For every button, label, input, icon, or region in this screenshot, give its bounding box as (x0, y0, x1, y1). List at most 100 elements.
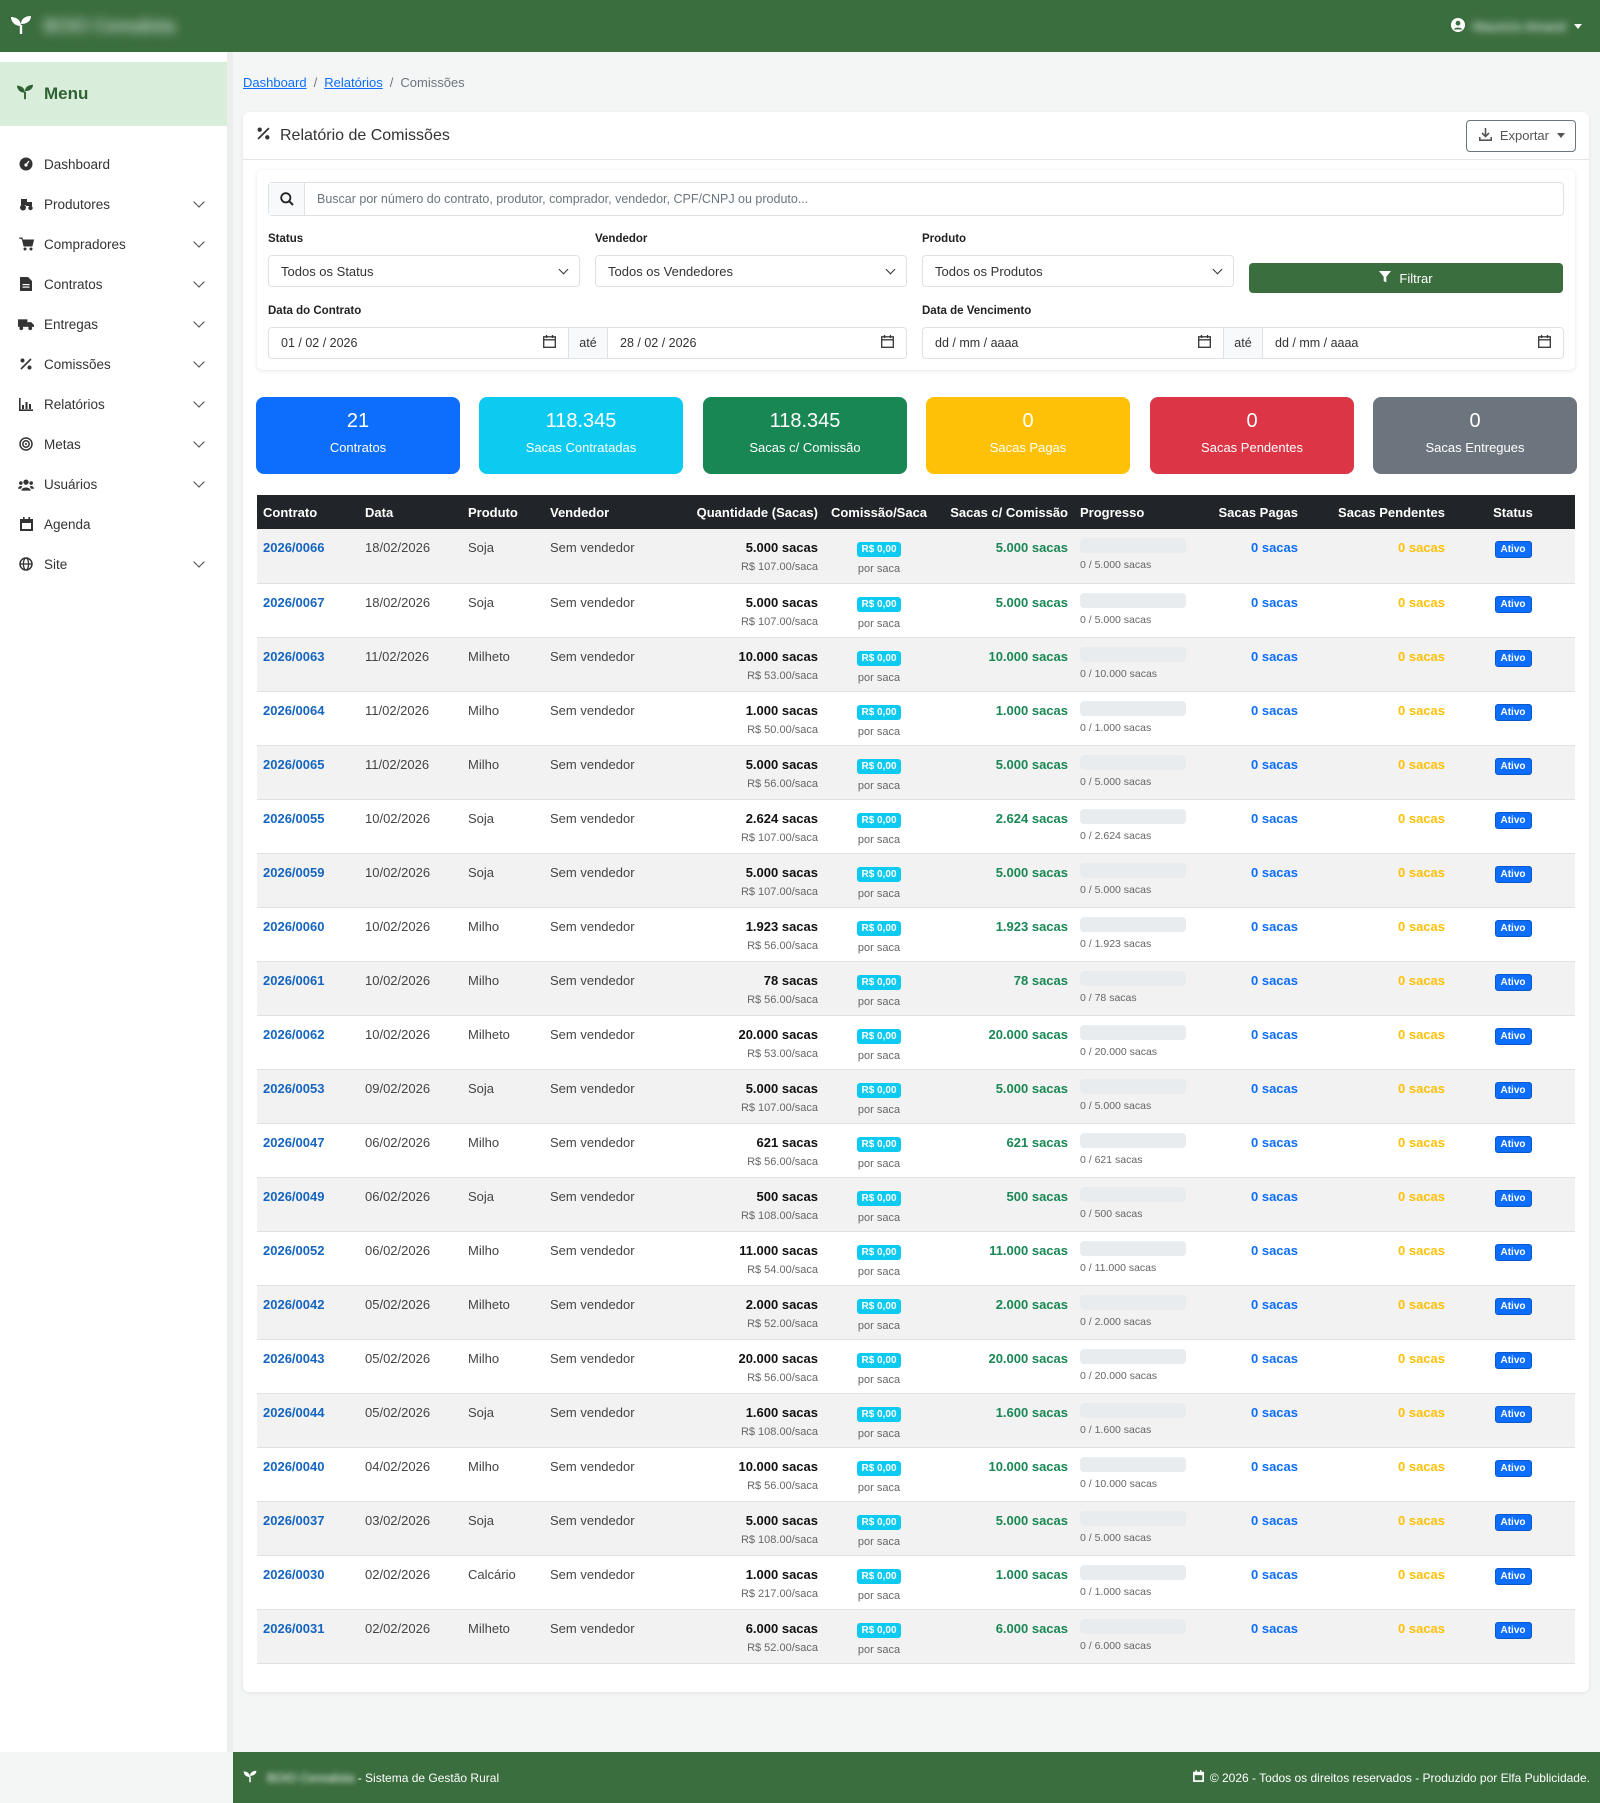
product-name: Soja (468, 810, 495, 826)
produto-select[interactable]: Todos os Produtos (922, 255, 1234, 287)
table-row[interactable]: 2026/0040 04/02/2026 Milho Sem vendedor 10.0… (257, 1447, 1575, 1502)
contract-link[interactable]: 2026/0053 (263, 1081, 353, 1096)
brand[interactable]: BOIO Cerealista (10, 15, 175, 38)
contract-link[interactable]: 2026/0062 (263, 1027, 353, 1042)
contract-link[interactable]: 2026/0043 (263, 1351, 353, 1366)
table-row[interactable]: 2026/0065 11/02/2026 Milho Sem vendedor 5.00… (257, 745, 1575, 800)
sacks-with-commission: 6.000 sacas (995, 1620, 1068, 1636)
contract-link[interactable]: 2026/0065 (263, 757, 353, 772)
column-header[interactable]: Vendedor (544, 495, 654, 529)
filter-button[interactable]: Filtrar (1249, 263, 1563, 293)
table-row[interactable]: 2026/0062 10/02/2026 Milheto Sem vendedor 20… (257, 1015, 1575, 1070)
contract-link[interactable]: 2026/0040 (263, 1459, 353, 1474)
contract-link[interactable]: 2026/0055 (263, 811, 353, 826)
column-header[interactable]: Data (359, 495, 462, 529)
contract-link[interactable]: 2026/0066 (263, 540, 353, 555)
data-vencimento-from-input[interactable]: dd / mm / aaaa (923, 328, 1223, 358)
table-row[interactable]: 2026/0030 02/02/2026 Calcário Sem vendedor 1… (257, 1555, 1575, 1610)
column-header[interactable]: Quantidade (Sacas) (654, 495, 824, 529)
breadcrumb-link-relatorios[interactable]: Relatórios (324, 75, 383, 90)
column-header[interactable]: Progresso (1074, 495, 1194, 529)
contract-link[interactable]: 2026/0047 (263, 1135, 353, 1150)
table-row[interactable]: 2026/0059 10/02/2026 Soja Sem vendedor 5.000… (257, 853, 1575, 908)
contract-link[interactable]: 2026/0063 (263, 649, 353, 664)
sidebar-item-agenda[interactable]: Agenda (0, 504, 227, 544)
table-row[interactable]: 2026/0047 06/02/2026 Milho Sem vendedor 621 … (257, 1123, 1575, 1178)
globe-icon (18, 556, 34, 572)
pending-sacks: 0 sacas (1398, 864, 1445, 880)
search-input[interactable] (305, 183, 1563, 215)
breadcrumb-link-dashboard[interactable]: Dashboard (243, 75, 307, 90)
contract-link[interactable]: 2026/0052 (263, 1243, 353, 1258)
sidebar-item-usuarios[interactable]: Usuários (0, 464, 227, 504)
table-row[interactable]: 2026/0061 10/02/2026 Milho Sem vendedor 78 s… (257, 961, 1575, 1016)
table-row[interactable]: 2026/0044 05/02/2026 Soja Sem vendedor 1.600… (257, 1393, 1575, 1448)
table-row[interactable]: 2026/0053 09/02/2026 Soja Sem vendedor 5.000… (257, 1069, 1575, 1124)
data-vencimento-to-input[interactable]: dd / mm / aaaa (1263, 328, 1563, 358)
data-contrato-to-input[interactable]: 28 / 02 / 2026 (608, 328, 906, 358)
column-header[interactable]: Sacas c/ Comissão (934, 495, 1074, 529)
cell-progresso: 0 / 5.000 sacas (1074, 529, 1194, 584)
cell-progresso: 0 / 20.000 sacas (1074, 1015, 1194, 1070)
cell-produto: Milho (462, 1123, 544, 1178)
stat-card-sacas-entregues: 0 Sacas Entregues (1373, 397, 1577, 474)
user-menu[interactable]: Mauricio Amaral (1450, 17, 1582, 35)
contract-link[interactable]: 2026/0061 (263, 973, 353, 988)
sidebar-item-compradores[interactable]: Compradores (0, 224, 227, 264)
contract-link[interactable]: 2026/0037 (263, 1513, 353, 1528)
table-row[interactable]: 2026/0063 11/02/2026 Milheto Sem vendedor 10… (257, 637, 1575, 692)
column-header[interactable]: Sacas Pagas (1194, 495, 1304, 529)
per-sack-label: por saca (857, 887, 901, 900)
status-badge: Ativo (1494, 811, 1532, 829)
table-row[interactable]: 2026/0052 06/02/2026 Milho Sem vendedor 11.0… (257, 1231, 1575, 1286)
quantity: 1.923 sacas (745, 918, 818, 934)
data-contrato-from-input[interactable]: 01 / 02 / 2026 (269, 328, 568, 358)
sidebar-item-contratos[interactable]: Contratos (0, 264, 227, 304)
column-header[interactable]: Contrato (257, 495, 359, 529)
contract-link[interactable]: 2026/0044 (263, 1405, 353, 1420)
vendedor-select[interactable]: Todos os Vendedores (595, 255, 907, 287)
cell-vendedor: Sem vendedor (544, 1285, 654, 1340)
table-row[interactable]: 2026/0055 10/02/2026 Soja Sem vendedor 2.624… (257, 799, 1575, 854)
table-row[interactable]: 2026/0037 03/02/2026 Soja Sem vendedor 5.000… (257, 1501, 1575, 1556)
table-row[interactable]: 2026/0066 18/02/2026 Soja Sem vendedor 5.000… (257, 529, 1575, 584)
table-row[interactable]: 2026/0064 11/02/2026 Milho Sem vendedor 1.00… (257, 691, 1575, 746)
data-contrato-range: 01 / 02 / 2026 até 28 / 02 / 2026 (268, 327, 907, 359)
sidebar-item-metas[interactable]: Metas (0, 424, 227, 464)
table-row[interactable]: 2026/0049 06/02/2026 Soja Sem vendedor 500 s… (257, 1177, 1575, 1232)
sidebar-item-relatorios[interactable]: Relatórios (0, 384, 227, 424)
column-header[interactable]: Comissão/Saca (824, 495, 934, 529)
status-select[interactable]: Todos os Status (268, 255, 580, 287)
price-per-sack: R$ 56.00/saca (747, 1155, 818, 1168)
table-row[interactable]: 2026/0043 05/02/2026 Milho Sem vendedor 20.0… (257, 1339, 1575, 1394)
column-header[interactable]: Sacas Pendentes (1304, 495, 1451, 529)
contract-link[interactable]: 2026/0067 (263, 595, 353, 610)
cell-vendedor: Sem vendedor (544, 1069, 654, 1124)
stat-value: 118.345 (545, 410, 617, 432)
contract-link[interactable]: 2026/0030 (263, 1567, 353, 1582)
cell-quantidade: 1.000 sacas R$ 217.00/saca (654, 1555, 824, 1610)
sidebar-item-dashboard[interactable]: Dashboard (0, 144, 227, 184)
table-row[interactable]: 2026/0067 18/02/2026 Soja Sem vendedor 5.000… (257, 583, 1575, 638)
column-header[interactable]: Status (1451, 495, 1575, 529)
table-row[interactable]: 2026/0042 05/02/2026 Milheto Sem vendedor 2.… (257, 1285, 1575, 1340)
cell-quantidade: 621 sacas R$ 56.00/saca (654, 1123, 824, 1178)
paid-sacks: 0 sacas (1251, 1350, 1298, 1366)
contract-link[interactable]: 2026/0042 (263, 1297, 353, 1312)
column-header[interactable]: Produto (462, 495, 544, 529)
contract-link[interactable]: 2026/0059 (263, 865, 353, 880)
table-row[interactable]: 2026/0060 10/02/2026 Milho Sem vendedor 1.92… (257, 907, 1575, 962)
progress-text: 0 / 11.000 sacas (1080, 1261, 1157, 1274)
sidebar-item-entregas[interactable]: Entregas (0, 304, 227, 344)
sidebar-item-produtores[interactable]: Produtores (0, 184, 227, 224)
sidebar-item-site[interactable]: Site (0, 544, 227, 584)
export-button[interactable]: Exportar (1465, 119, 1576, 152)
contract-link[interactable]: 2026/0049 (263, 1189, 353, 1204)
contract-link[interactable]: 2026/0031 (263, 1621, 353, 1636)
contract-link[interactable]: 2026/0060 (263, 919, 353, 934)
sidebar-item-comissoes[interactable]: Comissões (0, 344, 227, 384)
cell-comissao: R$ 0,00 por saca (824, 745, 934, 800)
contract-link[interactable]: 2026/0064 (263, 703, 353, 718)
table-row[interactable]: 2026/0031 02/02/2026 Milheto Sem vendedor 6.… (257, 1609, 1575, 1664)
progress-bar (1080, 1132, 1186, 1148)
